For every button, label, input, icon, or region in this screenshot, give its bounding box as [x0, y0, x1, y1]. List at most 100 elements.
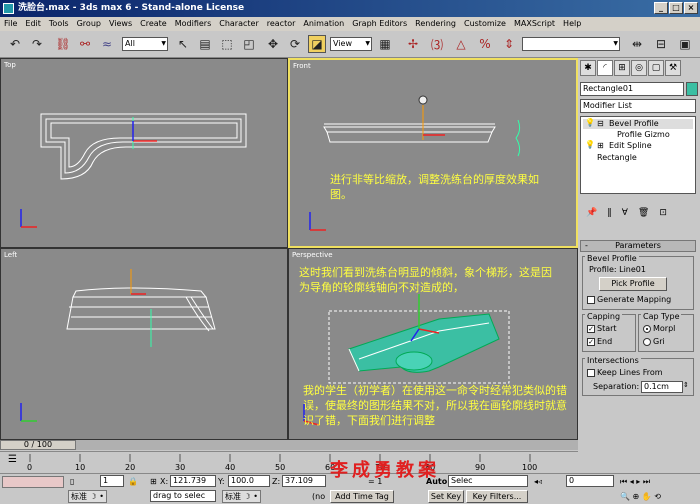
checkbox[interactable]: ✓ — [587, 324, 595, 333]
rectangular-selection-icon[interactable]: ⬚ — [218, 35, 236, 53]
menu-graph-editors[interactable]: Graph Editors — [352, 17, 407, 31]
menu-help[interactable]: Help — [563, 17, 581, 31]
lock-icon[interactable]: ▯ — [70, 476, 74, 487]
menu-customize[interactable]: Customize — [464, 17, 506, 31]
window-crossing-icon[interactable]: ◰ — [240, 35, 258, 53]
close-button[interactable]: × — [684, 2, 698, 14]
parameters-rollout-header[interactable]: - Parameters — [580, 240, 696, 252]
stack-profile-gizmo[interactable]: Profile Gizmo — [617, 130, 670, 139]
expand-plus-icon[interactable]: ⊞ — [597, 141, 604, 150]
maximize-button[interactable]: □ — [669, 2, 683, 14]
undo-icon[interactable]: ↶ — [6, 35, 24, 53]
scale-icon[interactable]: ◪ — [308, 35, 326, 53]
maxscript-listener[interactable] — [2, 476, 64, 488]
object-color-swatch[interactable] — [686, 82, 698, 96]
menu-edit[interactable]: Edit — [25, 17, 41, 31]
stack-bevel-profile[interactable]: Bevel Profile — [609, 119, 659, 128]
light-bulb-icon[interactable]: 💡 — [585, 140, 595, 149]
morph-radio[interactable]: Morpl — [643, 324, 675, 333]
menu-reactor[interactable]: reactor — [267, 17, 296, 31]
set-key-button[interactable]: Set Key — [428, 490, 464, 503]
menu-rendering[interactable]: Rendering — [415, 17, 456, 31]
end-checkbox[interactable]: ✓ End — [587, 337, 612, 346]
keep-lines-from-checkbox[interactable]: Keep Lines From — [587, 368, 663, 377]
checkbox[interactable] — [587, 295, 595, 304]
make-unique-icon[interactable]: ∀ — [622, 208, 628, 224]
reference-coordinate-dropdown[interactable]: View — [330, 37, 372, 51]
radio[interactable] — [643, 324, 651, 333]
menu-create[interactable]: Create — [140, 17, 167, 31]
x-coordinate-field[interactable]: 121.739 — [170, 475, 216, 487]
spinner-snap-icon[interactable]: ⇕ — [500, 35, 518, 53]
current-frame-field[interactable]: 0 — [566, 475, 614, 487]
menu-group[interactable]: Group — [77, 17, 101, 31]
menu-modifiers[interactable]: Modifiers — [175, 17, 212, 31]
track-bar[interactable]: ☰ 0 10 20 30 40 50 60 70 80 90 100 — [0, 451, 578, 473]
snap-icon[interactable]: ⑶ — [428, 35, 446, 53]
move-icon[interactable]: ✥ — [264, 35, 282, 53]
checkbox[interactable]: ✓ — [587, 337, 595, 346]
menu-file[interactable]: File — [4, 17, 17, 31]
create-tab-icon[interactable]: ✱ — [580, 60, 596, 76]
select-by-name-icon[interactable]: ▤ — [196, 35, 214, 53]
viewport-navigation-icons[interactable]: 🔍 ⊕ ✋ ⟲ — [620, 491, 661, 502]
start-checkbox[interactable]: ✓ Start — [587, 324, 617, 333]
percent-snap-icon[interactable]: % — [476, 35, 494, 53]
remove-modifier-icon[interactable]: 🗑 — [638, 208, 649, 224]
z-coordinate-field[interactable]: 37.109 — [282, 475, 326, 487]
ime-indicator-1[interactable]: 标准 ☽ • — [68, 490, 107, 503]
viewport-top[interactable]: Top — [0, 58, 288, 248]
light-bulb-icon[interactable]: 💡 — [585, 118, 595, 127]
viewport-perspective[interactable]: Perspective 这时我们看到洗练台明显的倾斜，象个梯形，这是因为导角的轮… — [288, 248, 578, 440]
rotate-icon[interactable]: ⟳ — [286, 35, 304, 53]
show-end-result-icon[interactable]: ‖ — [607, 208, 612, 224]
checkbox[interactable] — [587, 368, 595, 377]
menu-tools[interactable]: Tools — [49, 17, 69, 31]
hierarchy-tab-icon[interactable]: ⊞ — [614, 60, 630, 76]
selected-dropdown[interactable]: Selec — [448, 475, 528, 487]
stack-edit-spline[interactable]: Edit Spline — [609, 141, 652, 150]
menu-views[interactable]: Views — [109, 17, 132, 31]
unlink-icon[interactable]: ⚯ — [76, 35, 94, 53]
curve-editor-icon[interactable]: ▣ — [676, 35, 694, 53]
selection-lock-icon[interactable]: 🔒 — [128, 476, 138, 487]
viewport-left[interactable]: Left — [0, 248, 288, 440]
separation-input[interactable]: 0.1cm — [641, 381, 683, 393]
menu-animation[interactable]: Animation — [303, 17, 344, 31]
radio[interactable] — [643, 337, 651, 346]
pin-stack-icon[interactable]: 📌 — [586, 208, 597, 224]
spinner-icon[interactable]: ⇕ — [683, 381, 689, 389]
modifier-list-dropdown[interactable]: Modifier List — [580, 99, 696, 113]
time-slider[interactable]: 0 / 100 — [0, 440, 76, 450]
pick-profile-button[interactable]: Pick Profile — [599, 277, 667, 291]
configure-modifier-sets-icon[interactable]: ⊡ — [659, 208, 667, 224]
grid-radio[interactable]: Gri — [643, 337, 665, 346]
display-tab-icon[interactable]: ▢ — [648, 60, 664, 76]
stack-rectangle[interactable]: Rectangle — [597, 153, 637, 162]
playback-controls[interactable]: ⏮ ◂ ▸ ⏭ — [620, 476, 650, 487]
selection-filter-dropdown[interactable]: All — [122, 37, 168, 51]
pivot-center-icon[interactable]: ▦ — [376, 35, 394, 53]
key-mode-icon[interactable]: ◂◃ — [534, 476, 542, 487]
modify-tab-icon[interactable]: ◜ — [597, 60, 613, 76]
motion-tab-icon[interactable]: ◎ — [631, 60, 647, 76]
minimize-button[interactable]: _ — [654, 2, 668, 14]
named-selection-dropdown[interactable] — [522, 37, 620, 51]
absolute-mode-icon[interactable]: ⊞ — [150, 476, 157, 487]
object-name-field[interactable]: Rectangle01 — [580, 82, 684, 96]
ime-indicator-2[interactable]: 标准 ☽ • — [222, 490, 261, 503]
select-object-icon[interactable]: ↖ — [174, 35, 192, 53]
menu-maxscript[interactable]: MAXScript — [514, 17, 555, 31]
bind-space-warp-icon[interactable]: ≈ — [98, 35, 116, 53]
y-coordinate-field[interactable]: 100.0 — [228, 475, 270, 487]
viewport-front[interactable]: Front 进行非等比缩放，调整洗练台的厚度效果如图。 — [288, 58, 578, 248]
time-slider-track[interactable]: 0 / 100 — [0, 440, 578, 450]
utilities-tab-icon[interactable]: ⚒ — [665, 60, 681, 76]
key-filters-button[interactable]: Key Filters... — [466, 490, 528, 503]
select-and-link-icon[interactable]: ⛓ — [54, 35, 72, 53]
angle-snap-icon[interactable]: △ — [452, 35, 470, 53]
expand-minus-icon[interactable]: ⊟ — [597, 119, 604, 128]
redo-icon[interactable]: ↷ — [28, 35, 46, 53]
select-manipulate-icon[interactable]: ✢ — [404, 35, 422, 53]
generate-mapping-checkbox[interactable]: Generate Mapping — [587, 295, 671, 304]
